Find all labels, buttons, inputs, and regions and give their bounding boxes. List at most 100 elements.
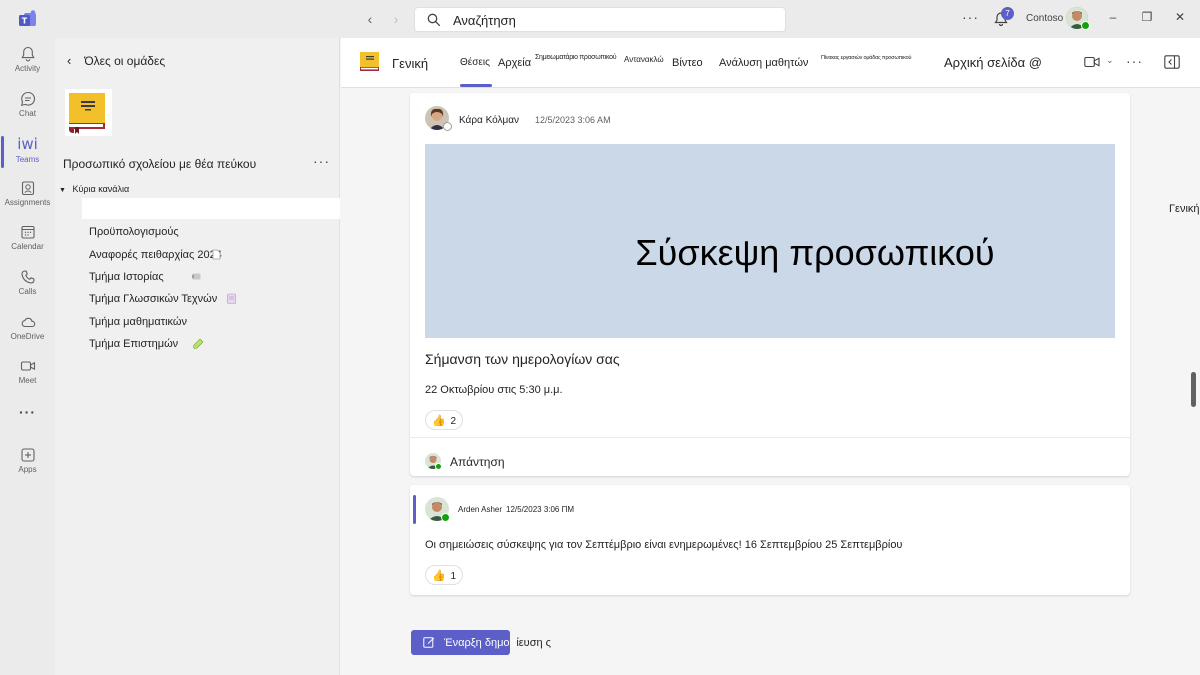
- notebook-icon: [227, 293, 236, 304]
- restore-icon[interactable]: ❐: [1139, 10, 1155, 24]
- rail-item-calls[interactable]: Calls: [0, 269, 55, 313]
- test-tube-icon: [193, 338, 204, 349]
- apps-icon: [20, 448, 35, 462]
- like-reaction-button[interactable]: 👍 1: [425, 565, 464, 585]
- tab-reflect[interactable]: Αντανακλώ: [624, 55, 664, 64]
- cloud-icon: [21, 317, 35, 328]
- post-timestamp: 12/5/2023 3:06 AM: [535, 115, 611, 125]
- rail-item-chat[interactable]: Chat: [0, 91, 55, 135]
- post-card: Κάρα Κόλμαν 12/5/2023 3:06 AM Σύσκεψη πρ…: [410, 93, 1130, 476]
- vertical-scrollbar[interactable]: [1191, 372, 1196, 407]
- search-icon: [427, 13, 441, 27]
- rail-label-teams: Teams: [15, 155, 40, 164]
- chevron-down-icon[interactable]: ⌄: [1106, 55, 1114, 66]
- all-teams-label: Όλες οι ομάδες: [84, 54, 166, 68]
- presence-offline-icon: [443, 122, 452, 131]
- scroll-icon: [192, 273, 201, 280]
- rail-item-onedrive[interactable]: OneDrive: [0, 314, 55, 358]
- channel-item-math[interactable]: Τμήμα μαθηματικών: [89, 316, 187, 328]
- tab-files[interactable]: Αρχεία: [498, 57, 531, 69]
- title-bar: T ‹ › Αναζήτηση ··· 7 Contoso – ❐ ✕: [0, 0, 1200, 38]
- reply-button[interactable]: Απάντηση: [410, 437, 1130, 476]
- channel-item-science[interactable]: Τμήμα Επιστημών: [89, 338, 178, 350]
- thumbs-up-icon: 👍: [432, 570, 446, 582]
- notification-badge: 7: [1001, 7, 1014, 20]
- channel-view: Γενική Θέσεις Αρχεία Σημειωματάριο προσω…: [341, 38, 1200, 675]
- channel-item-history[interactable]: Τμήμα Ιστορίας: [89, 271, 164, 283]
- app-rail: Activity Chat iwi Teams Assignments Cale…: [0, 38, 55, 675]
- rail-item-meet[interactable]: Meet: [0, 358, 55, 402]
- teams-icon: iwi: [17, 135, 38, 153]
- rail-label-activity: Activity: [14, 64, 41, 73]
- assignments-icon: [21, 181, 34, 196]
- presence-available-icon: [435, 463, 442, 470]
- team-book-logo-icon: [65, 89, 112, 136]
- channel-item-general-selected[interactable]: [82, 198, 340, 219]
- rail-item-activity[interactable]: Activity: [0, 46, 55, 90]
- caret-down-icon: ▼: [59, 187, 66, 194]
- tab-home-page[interactable]: Αρχική σελίδα @: [944, 55, 1042, 70]
- right-pane-channel-label: Γενική: [1169, 203, 1200, 215]
- close-icon[interactable]: ✕: [1172, 10, 1188, 24]
- back-arrow-icon[interactable]: ‹: [361, 10, 379, 28]
- reaction-count: 1: [450, 571, 457, 582]
- channel-item-language-arts[interactable]: Τμήμα Γλωσσικών Τεχνών: [89, 293, 217, 305]
- post-timestamp: 12/5/2023 3:06 ΠΜ: [506, 505, 575, 514]
- minimize-icon[interactable]: –: [1105, 10, 1121, 24]
- start-post-button[interactable]: Έναρξη δημοσίευση ς: [411, 630, 551, 655]
- meet-video-icon[interactable]: [1084, 56, 1100, 68]
- announcement-banner: Σύσκεψη προσωπικού: [425, 144, 1115, 338]
- all-teams-back-link[interactable]: ‹ Όλες οι ομάδες: [67, 53, 165, 68]
- channel-more-options-button[interactable]: ···: [1126, 53, 1143, 69]
- rail-item-apps[interactable]: Apps: [0, 447, 55, 491]
- more-options-button[interactable]: ···: [962, 9, 979, 25]
- reply-label: Απάντηση: [450, 455, 505, 469]
- search-input[interactable]: Αναζήτηση: [414, 7, 786, 32]
- tab-student-insights[interactable]: Ανάλυση μαθητών: [719, 57, 808, 69]
- tab-posts-active-indicator: [460, 84, 492, 87]
- banner-headline: Σύσκεψη προσωπικού: [635, 232, 995, 273]
- rail-label-apps: Apps: [18, 465, 37, 474]
- phone-icon: [20, 270, 35, 284]
- more-icon: ···: [19, 404, 36, 420]
- rail-label-meet: Meet: [18, 376, 37, 385]
- rail-label-calendar: Calendar: [11, 242, 44, 251]
- thumbs-up-icon: 👍: [432, 415, 446, 427]
- compose-icon: [423, 637, 435, 648]
- presence-available-icon: [1081, 21, 1090, 30]
- bell-icon: [20, 46, 35, 62]
- post-subject: Σήμανση των ημερολογίων σας: [425, 351, 620, 367]
- channel-header: Γενική Θέσεις Αρχεία Σημειωματάριο προσω…: [341, 38, 1200, 88]
- team-more-options-button[interactable]: ···: [313, 153, 330, 169]
- open-side-panel-icon[interactable]: [1164, 55, 1180, 69]
- post-card: Arden Asher 12/5/2023 3:06 ΠΜ Οι σημειώσ…: [410, 485, 1130, 595]
- tenant-name[interactable]: Contoso: [1026, 13, 1063, 24]
- tab-staff-task-board[interactable]: Πίνακας εργασιών ομάδας προσωπικού: [821, 55, 911, 61]
- like-reaction-button[interactable]: 👍 2: [425, 410, 464, 430]
- chat-icon: [20, 91, 35, 107]
- post-author[interactable]: Κάρα Κόλμαν: [459, 115, 519, 126]
- rail-label-chat: Chat: [19, 109, 36, 118]
- channel-item-budgets[interactable]: Προϋπολογισμούς: [89, 226, 179, 238]
- post-body: Οι σημειώσεις σύσκεψης για τον Σεπτέμβρι…: [425, 539, 903, 551]
- search-placeholder: Αναζήτηση: [453, 13, 516, 28]
- post-author[interactable]: Arden Asher: [458, 505, 502, 514]
- chevron-left-icon: ‹: [67, 53, 72, 68]
- channel-item-discipline-reports[interactable]: Αναφορές πειθαρχίας 2024: [89, 249, 222, 261]
- rail-item-teams[interactable]: iwi Teams: [0, 135, 55, 179]
- rail-item-calendar[interactable]: Calendar: [0, 224, 55, 268]
- post-body: 22 Οκτωβρίου στις 5:30 μ.μ.: [425, 384, 563, 396]
- forward-arrow-icon[interactable]: ›: [387, 10, 405, 28]
- main-channels-label: Κύρια κανάλια: [72, 184, 130, 194]
- reaction-count: 2: [450, 416, 457, 427]
- start-post-label-overflow: ίευση ς: [516, 637, 551, 649]
- rail-item-assignments[interactable]: Assignments: [0, 180, 55, 224]
- tab-staff-notebook[interactable]: Σημειωματάριο προσωπικού: [535, 54, 617, 61]
- channel-title: Γενική: [392, 56, 429, 71]
- team-sidebar: ‹ Όλες οι ομάδες Προσωπικό σχολείου με θ…: [55, 38, 340, 675]
- tab-videos[interactable]: Βίντεο: [672, 57, 703, 69]
- rail-more-apps[interactable]: ···: [0, 404, 55, 424]
- tab-posts[interactable]: Θέσεις: [460, 57, 490, 68]
- team-name[interactable]: Προσωπικό σχολείου με θέα πεύκου: [63, 157, 256, 171]
- main-channels-group[interactable]: ▼ Κύρια κανάλια: [59, 184, 129, 194]
